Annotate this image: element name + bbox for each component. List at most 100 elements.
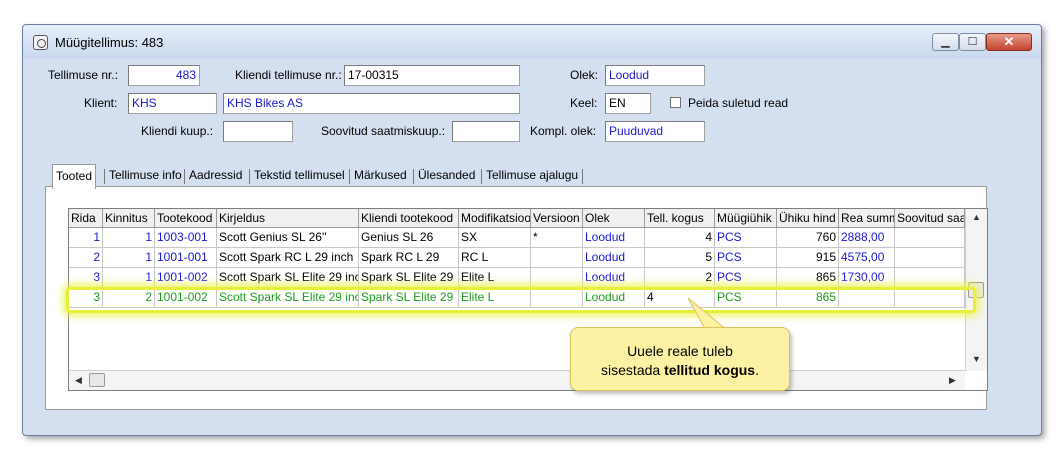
table-cell[interactable]: 1001-001 bbox=[155, 248, 217, 268]
column-header[interactable]: Ühiku hind bbox=[777, 209, 839, 228]
tab-tellimuse-info[interactable]: Tellimuse info bbox=[109, 166, 182, 186]
column-header[interactable]: Rea summ bbox=[839, 209, 895, 228]
table-cell[interactable] bbox=[895, 248, 965, 268]
desired-date-label: Soovitud saatmiskuup.: bbox=[321, 124, 446, 138]
title-bar: Müügitellimus: 483 ▁ ☐ ✕ bbox=[23, 25, 1041, 59]
tab-tellimuse-ajalugu[interactable]: Tellimuse ajalugu bbox=[486, 166, 578, 186]
tab-ulesanded[interactable]: Ülesanded bbox=[418, 166, 475, 186]
client-date-label: Kliendi kuup.: bbox=[141, 124, 214, 138]
client-date-field[interactable] bbox=[223, 121, 293, 142]
column-header[interactable]: Soovitud saa bbox=[895, 209, 965, 228]
hide-closed-label: Peida suletud read bbox=[688, 96, 789, 110]
horizontal-scrollbar[interactable]: ◀ ▶ bbox=[69, 370, 965, 390]
lang-field[interactable]: EN bbox=[605, 93, 651, 114]
callout-text: Uuele reale tuleb sisestada tellitud kog… bbox=[571, 342, 789, 380]
table-cell[interactable]: Loodud bbox=[583, 268, 645, 288]
client-order-label: Kliendi tellimuse nr.: bbox=[235, 68, 342, 82]
callout-line2-pre: sisestada bbox=[601, 362, 665, 378]
table-cell[interactable]: 1 bbox=[103, 268, 155, 288]
column-header[interactable]: Modifikatsioo bbox=[459, 209, 531, 228]
column-header[interactable]: Kirjeldus bbox=[217, 209, 359, 228]
table-cell[interactable]: Scott Spark RC L 29 inch bbox=[217, 248, 359, 268]
table-cell[interactable]: 1730,00 bbox=[839, 268, 895, 288]
column-header[interactable]: Olek bbox=[583, 209, 645, 228]
table-cell[interactable]: SX bbox=[459, 228, 531, 248]
table-cell[interactable]: Elite L bbox=[459, 268, 531, 288]
table-cell[interactable]: * bbox=[531, 228, 583, 248]
order-no-field[interactable]: 483 bbox=[128, 65, 200, 86]
table-cell[interactable]: 3 bbox=[69, 268, 103, 288]
tab-separator bbox=[349, 169, 350, 184]
status-label: Olek: bbox=[570, 68, 599, 82]
table-cell[interactable]: 915 bbox=[777, 248, 839, 268]
table-cell[interactable]: 1 bbox=[103, 248, 155, 268]
table-cell[interactable]: Scott Spark SL Elite 29 inc bbox=[217, 268, 359, 288]
table-cell[interactable]: 1001-002 bbox=[155, 268, 217, 288]
table-cell[interactable]: Loodud bbox=[583, 228, 645, 248]
table-cell[interactable]: Genius SL 26 bbox=[359, 228, 459, 248]
column-header[interactable]: Tootekood bbox=[155, 209, 217, 228]
table-cell[interactable]: 2888,00 bbox=[839, 228, 895, 248]
table-cell[interactable]: 4 bbox=[645, 228, 715, 248]
table-cell[interactable]: 5 bbox=[645, 248, 715, 268]
table-cell[interactable]: 4575,00 bbox=[839, 248, 895, 268]
table-cell[interactable]: Loodud bbox=[583, 248, 645, 268]
table-cell[interactable] bbox=[895, 228, 965, 248]
column-header[interactable]: Versioon bbox=[531, 209, 583, 228]
tab-separator bbox=[249, 169, 250, 184]
scroll-right-icon[interactable]: ▶ bbox=[949, 375, 956, 386]
column-header[interactable]: Müügiühik bbox=[715, 209, 777, 228]
minimize-icon: ▁ bbox=[941, 36, 950, 48]
column-header[interactable]: Rida bbox=[69, 209, 103, 228]
tab-tekstid-tellimusel[interactable]: Tekstid tellimusel bbox=[254, 166, 345, 186]
table-cell[interactable]: Spark SL Elite 29 bbox=[359, 268, 459, 288]
table-cell[interactable]: PCS bbox=[715, 268, 777, 288]
table-cell[interactable]: 1 bbox=[103, 228, 155, 248]
order-no-label: Tellimuse nr.: bbox=[48, 68, 119, 82]
tab-markused[interactable]: Märkused bbox=[354, 166, 407, 186]
client-order-field[interactable]: 17-00315 bbox=[344, 65, 520, 86]
column-header[interactable]: Tell. kogus bbox=[645, 209, 715, 228]
table-cell[interactable]: PCS bbox=[715, 228, 777, 248]
maximize-button[interactable]: ☐ bbox=[959, 33, 986, 51]
table-cell[interactable] bbox=[895, 268, 965, 288]
desired-date-field[interactable] bbox=[452, 121, 520, 142]
table-cell[interactable]: 2 bbox=[69, 248, 103, 268]
table-cell[interactable] bbox=[531, 268, 583, 288]
hide-closed-checkbox[interactable] bbox=[670, 97, 681, 108]
table-cell[interactable]: Spark RC L 29 bbox=[359, 248, 459, 268]
tab-separator bbox=[582, 169, 583, 184]
tab-tooted[interactable]: Tooted bbox=[52, 164, 97, 189]
client-name-field[interactable]: KHS Bikes AS bbox=[223, 93, 520, 114]
close-icon: ✕ bbox=[1003, 34, 1015, 49]
table-cell[interactable]: 1 bbox=[69, 228, 103, 248]
maximize-icon: ☐ bbox=[967, 36, 978, 48]
table-cell[interactable] bbox=[531, 248, 583, 268]
status-field[interactable]: Loodud bbox=[605, 65, 705, 86]
close-button[interactable]: ✕ bbox=[986, 33, 1032, 51]
callout-line1: Uuele reale tuleb bbox=[627, 343, 733, 359]
client-code-field[interactable]: KHS bbox=[128, 93, 217, 114]
callout-box: Uuele reale tuleb sisestada tellitud kog… bbox=[570, 327, 790, 391]
table-cell[interactable]: 760 bbox=[777, 228, 839, 248]
table-cell[interactable]: RC L bbox=[459, 248, 531, 268]
column-header[interactable]: Kinnitus bbox=[103, 209, 155, 228]
table-cell[interactable]: 2 bbox=[645, 268, 715, 288]
scroll-up-icon[interactable]: ▲ bbox=[972, 212, 981, 222]
client-label: Klient: bbox=[84, 96, 118, 110]
column-header[interactable]: Kliendi tootekood bbox=[359, 209, 459, 228]
table-cell[interactable]: Scott Genius SL 26'' bbox=[217, 228, 359, 248]
scroll-down-icon[interactable]: ▼ bbox=[972, 354, 981, 364]
table-cell[interactable]: PCS bbox=[715, 248, 777, 268]
tab-separator bbox=[104, 169, 105, 184]
tab-aadressid[interactable]: Aadressid bbox=[189, 166, 242, 186]
scroll-left-icon[interactable]: ◀ bbox=[75, 375, 82, 386]
lang-label: Keel: bbox=[570, 96, 598, 110]
minimize-button[interactable]: ▁ bbox=[932, 33, 959, 51]
table-cell[interactable]: 1003-001 bbox=[155, 228, 217, 248]
compl-status-field[interactable]: Puuduvad bbox=[605, 121, 705, 142]
tab-separator bbox=[413, 169, 414, 184]
table-cell[interactable]: 865 bbox=[777, 268, 839, 288]
compl-status-label: Kompl. olek: bbox=[530, 124, 597, 138]
horizontal-scroll-thumb[interactable] bbox=[89, 373, 105, 387]
